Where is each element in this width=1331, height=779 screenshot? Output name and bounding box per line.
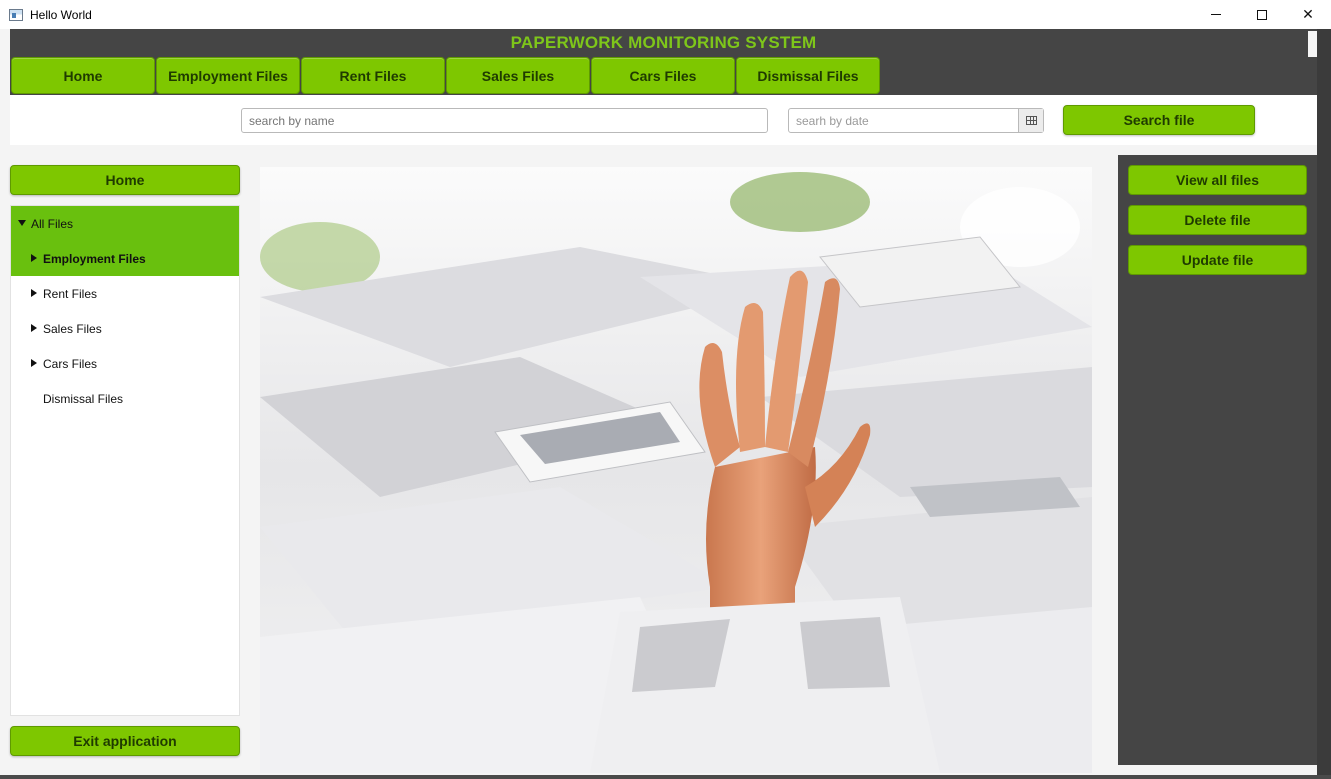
tree-item-label: Cars Files xyxy=(43,357,98,371)
tree-item-employment-files[interactable]: Employment Files xyxy=(11,241,239,276)
file-tree: All Files Employment Files Rent Files Sa… xyxy=(10,205,240,716)
maximize-button[interactable] xyxy=(1239,0,1285,29)
view-all-files-button[interactable]: View all files xyxy=(1128,165,1307,195)
exit-application-button[interactable]: Exit application xyxy=(10,726,240,756)
minimize-icon xyxy=(1211,14,1221,15)
search-file-button[interactable]: Search file xyxy=(1063,105,1255,135)
app-window-icon xyxy=(9,8,23,21)
sidebar-home-button[interactable]: Home xyxy=(10,165,240,195)
tree-item-label: All Files xyxy=(31,217,74,231)
nav-employment-files-button[interactable]: Employment Files xyxy=(156,57,300,94)
search-by-name-input[interactable] xyxy=(241,108,768,133)
tree-item-label: Rent Files xyxy=(43,287,98,301)
calendar-icon xyxy=(1025,116,1037,125)
expand-down-icon[interactable] xyxy=(18,220,26,226)
title-bar: Hello World ✕ xyxy=(0,0,1331,29)
close-icon: ✕ xyxy=(1302,6,1314,22)
expand-right-icon[interactable] xyxy=(31,289,37,297)
window-controls: ✕ xyxy=(1193,0,1331,29)
nav-dismissal-files-button[interactable]: Dismissal Files xyxy=(736,57,880,94)
window-bottom-edge xyxy=(0,775,1331,779)
expand-right-icon[interactable] xyxy=(31,254,37,262)
app-window: Hello World ✕ PAPERWORK MONITORING SYSTE… xyxy=(0,0,1331,779)
header-bar: PAPERWORK MONITORING SYSTEM Home Employm… xyxy=(10,29,1317,95)
minimize-button[interactable] xyxy=(1193,0,1239,29)
tree-item-rent-files[interactable]: Rent Files xyxy=(11,276,239,311)
delete-file-button[interactable]: Delete file xyxy=(1128,205,1307,235)
close-button[interactable]: ✕ xyxy=(1285,0,1331,29)
search-bar: searh by date Search file xyxy=(10,95,1317,145)
main-nav: Home Employment Files Rent Files Sales F… xyxy=(11,57,881,94)
search-by-date-placeholder: searh by date xyxy=(796,114,869,128)
tree-item-all-files[interactable]: All Files xyxy=(11,206,239,241)
nav-sales-files-button[interactable]: Sales Files xyxy=(446,57,590,94)
header-edge xyxy=(1308,31,1317,57)
window-title: Hello World xyxy=(30,7,92,22)
paperwork-photo xyxy=(260,167,1092,773)
tree-item-label: Dismissal Files xyxy=(43,392,124,406)
actions-panel: View all files Delete file Update file xyxy=(1118,155,1317,765)
tree-item-dismissal-files[interactable]: Dismissal Files xyxy=(11,381,239,416)
expand-right-icon[interactable] xyxy=(31,359,37,367)
nav-rent-files-button[interactable]: Rent Files xyxy=(301,57,445,94)
search-by-date-picker[interactable]: searh by date xyxy=(788,108,1044,133)
tree-item-sales-files[interactable]: Sales Files xyxy=(11,311,239,346)
app-brand-title: PAPERWORK MONITORING SYSTEM xyxy=(510,33,817,52)
update-file-button[interactable]: Update file xyxy=(1128,245,1307,275)
calendar-button[interactable] xyxy=(1018,109,1043,132)
tree-item-label: Employment Files xyxy=(43,252,146,266)
maximize-icon xyxy=(1257,9,1267,20)
tree-item-cars-files[interactable]: Cars Files xyxy=(11,346,239,381)
tree-item-label: Sales Files xyxy=(43,322,102,336)
expand-right-icon[interactable] xyxy=(31,324,37,332)
background-window-strip xyxy=(1317,29,1331,779)
paperwork-illustration xyxy=(260,167,1092,773)
nav-home-button[interactable]: Home xyxy=(11,57,155,94)
nav-cars-files-button[interactable]: Cars Files xyxy=(591,57,735,94)
